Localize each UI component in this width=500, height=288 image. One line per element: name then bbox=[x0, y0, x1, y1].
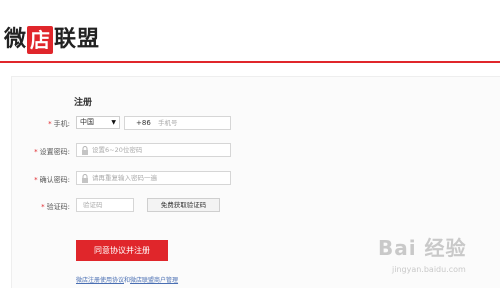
phone-label: * 手机: bbox=[16, 119, 70, 129]
phone-label-text: 手机: bbox=[53, 120, 70, 128]
brand-char: 微 bbox=[4, 27, 27, 52]
brand-logo[interactable]: 微 店 联盟 bbox=[4, 24, 100, 56]
captcha-label: * 验证码: bbox=[16, 202, 70, 212]
form-title: 注册 bbox=[74, 98, 93, 108]
header-divider bbox=[0, 61, 500, 63]
agreement-link-merchant[interactable]: 微店联盟商户管理 bbox=[130, 277, 178, 284]
required-mark: * bbox=[34, 148, 38, 156]
chevron-down-icon: ▼ bbox=[111, 119, 116, 126]
watermark-sub: jingyan.baidu.com bbox=[392, 265, 466, 274]
phone-placeholder: 手机号 bbox=[158, 119, 178, 127]
password-placeholder: 设置6~20位密码 bbox=[92, 146, 143, 154]
confirm-password-input[interactable]: 请再重复输入密码一遍 bbox=[76, 171, 231, 185]
watermark: Bai 经验 jingyan.baidu.com bbox=[378, 232, 498, 282]
country-select[interactable]: 中国 ▼ bbox=[76, 116, 120, 129]
captcha-placeholder: 验证码 bbox=[83, 201, 103, 209]
agreement-link-usage[interactable]: 微店注册使用协议 bbox=[76, 277, 124, 284]
brand-boxed-char: 店 bbox=[27, 26, 54, 54]
password-input[interactable]: 设置6~20位密码 bbox=[76, 143, 231, 157]
required-mark: * bbox=[41, 203, 45, 211]
captcha-input[interactable]: 验证码 bbox=[76, 198, 134, 212]
get-code-button[interactable]: 免费获取验证码 bbox=[147, 198, 220, 212]
required-mark: * bbox=[34, 176, 38, 184]
phone-input[interactable]: +86 手机号 bbox=[124, 116, 231, 130]
password-label-text: 设置密码: bbox=[39, 148, 70, 156]
lock-icon bbox=[82, 174, 88, 183]
agreement-links: 微店注册使用协议和微店联盟商户管理 bbox=[76, 275, 178, 284]
confirm-password-placeholder: 请再重复输入密码一遍 bbox=[92, 174, 157, 182]
password-label: * 设置密码: bbox=[16, 147, 70, 157]
confirm-label-text: 确认密码: bbox=[39, 176, 70, 184]
confirm-password-label: * 确认密码: bbox=[16, 175, 70, 185]
country-value: 中国 bbox=[80, 118, 94, 126]
lock-icon bbox=[82, 146, 88, 155]
watermark-text: Bai 经验 bbox=[378, 236, 467, 260]
country-code: +86 bbox=[136, 119, 151, 127]
header: 微 店 联盟 bbox=[0, 0, 500, 62]
agree-and-register-button[interactable]: 同意协议并注册 bbox=[76, 240, 168, 261]
required-mark: * bbox=[48, 120, 52, 128]
captcha-label-text: 验证码: bbox=[46, 203, 70, 211]
brand-name: 联盟 bbox=[54, 27, 101, 52]
